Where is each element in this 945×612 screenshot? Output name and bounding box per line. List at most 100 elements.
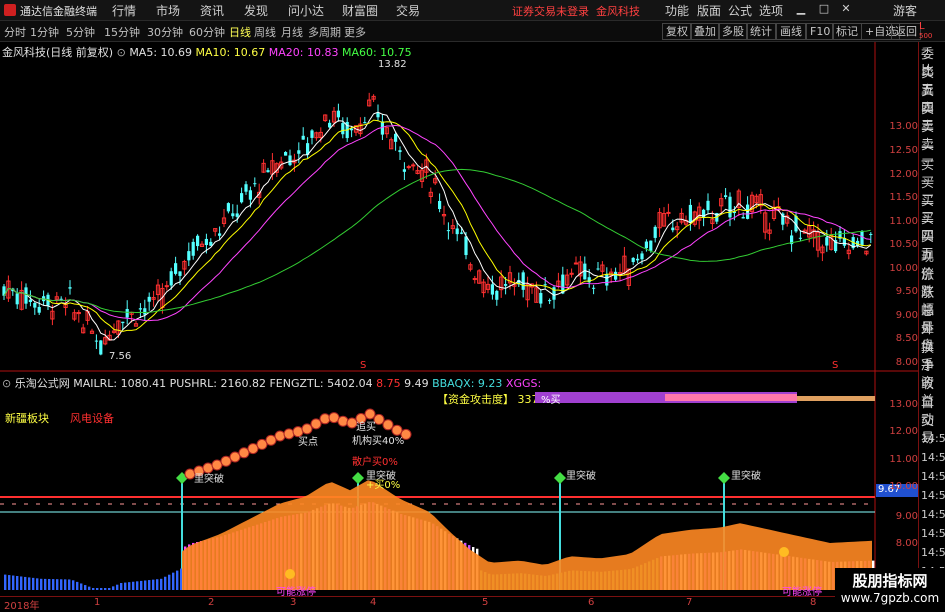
histo-bar (56, 579, 59, 590)
histo-bar (12, 575, 15, 590)
candle-body (573, 262, 579, 265)
minimize-icon[interactable]: ▁ (793, 2, 809, 17)
buy-marker (265, 434, 277, 446)
huaxian-button[interactable]: 画线 (776, 23, 806, 40)
period-weekly[interactable]: 周线 (254, 24, 276, 40)
candle-body (869, 233, 873, 235)
period-15min[interactable]: 15分钟 (104, 24, 140, 40)
menu-gongshi[interactable]: 公式 (728, 2, 752, 19)
menu-xuanxiang[interactable]: 选项 (759, 2, 783, 19)
candle-body (174, 263, 178, 274)
period-multi[interactable]: 多周期 (308, 24, 341, 40)
ytick: 13.00 (889, 399, 918, 410)
tag-plus-buy: +买0% (366, 480, 401, 491)
candle-body (798, 237, 802, 239)
time-tick: 14:56 (921, 470, 945, 483)
ma-lines (3, 111, 872, 341)
kline-chart[interactable] (0, 42, 918, 596)
xtick: 4 (370, 597, 377, 608)
watermark-title: 股朋指标网 (852, 572, 928, 590)
period-60min[interactable]: 60分钟 (189, 24, 225, 40)
settings-icon[interactable]: ⊙ (117, 46, 126, 59)
period-monthly[interactable]: 月线 (281, 24, 303, 40)
guest-button[interactable]: 游客 (893, 2, 917, 19)
buy-marker (220, 455, 232, 467)
candle-body (614, 271, 618, 280)
close-icon[interactable]: ✕ (838, 2, 854, 17)
menu-zixun[interactable]: 资讯 (200, 2, 224, 19)
maximize-icon[interactable]: □ (816, 2, 832, 17)
s-marker: S (360, 360, 367, 371)
candle-body (741, 217, 745, 219)
buy-marker (328, 412, 340, 424)
tag-buy-point: 买点 (298, 437, 318, 448)
xggs-label: XGGS: (505, 377, 542, 390)
time-tick: 14:56 (921, 489, 945, 502)
stock-label: 金风科技(日线 前复权) (2, 46, 114, 59)
candle-body (235, 213, 239, 217)
period-daily[interactable]: 日线 (229, 24, 251, 40)
time-tick: 14:56 (921, 432, 945, 445)
period-1min[interactable]: 1分钟 (30, 24, 59, 40)
candle-body (472, 278, 477, 281)
candle-body (569, 272, 574, 275)
histo-bar (88, 586, 91, 590)
diejia-button[interactable]: 叠加 (690, 23, 720, 40)
app-logo-icon (4, 4, 16, 16)
menu-hangqing[interactable]: 行情 (112, 2, 136, 19)
menu-faxian[interactable]: 发现 (244, 2, 268, 19)
xtick: 7 (686, 597, 693, 608)
tag-retail: 散户买0% (352, 457, 398, 468)
xtick: 2 (208, 597, 215, 608)
tongji-button[interactable]: 统计 (746, 23, 776, 40)
candle-body (636, 258, 640, 261)
menu-gongneng[interactable]: 功能 (665, 2, 689, 19)
candle-body (244, 184, 248, 192)
buy-marker (283, 428, 295, 440)
ma-line (3, 124, 871, 322)
period-30min[interactable]: 30分钟 (147, 24, 183, 40)
back-button[interactable]: 返回 (891, 23, 921, 40)
menu-banmian[interactable]: 版面 (697, 2, 721, 19)
candle-body (402, 169, 406, 172)
histo-bar (152, 579, 155, 590)
sub-y-axis: 13.00 12.00 11.00 10.00 9.00 8.00 (876, 372, 918, 596)
ma10-label: MA10: 10.67 (195, 46, 266, 59)
histo-bar (108, 588, 111, 590)
biaoji-button[interactable]: 标记 (832, 23, 862, 40)
candle-body (178, 271, 182, 276)
fund-tail (797, 396, 875, 401)
candle-body (706, 200, 710, 211)
formula-name: 乐淘公式网 (14, 377, 70, 390)
fund-attack-label: 【资金攻击度】 337.6 (437, 391, 549, 407)
f10-button[interactable]: F10 (806, 23, 835, 40)
period-more[interactable]: 更多 (344, 24, 366, 40)
menu-jiaoyi[interactable]: 交易 (396, 2, 420, 19)
time-tick: 14:56 (921, 527, 945, 540)
ma-line (3, 119, 871, 332)
candle-body (218, 233, 222, 236)
settings-icon[interactable]: ⊙ (2, 377, 11, 390)
tag-break-4: 里突破 (731, 471, 761, 482)
duogu-button[interactable]: 多股 (718, 23, 748, 40)
menu-wenxiaoda[interactable]: 问小达 (288, 2, 324, 19)
fund-label: 【资金攻击度】 (437, 393, 514, 406)
xtick: 5 (482, 597, 489, 608)
main-y-axis: 13.00 12.50 12.00 11.50 11.00 10.50 10.0… (876, 42, 918, 372)
fuquan-button[interactable]: 复权 (662, 23, 692, 40)
buy-marker (256, 438, 268, 450)
candle-body (231, 213, 235, 217)
period-5min[interactable]: 5分钟 (66, 24, 95, 40)
candle-body (543, 284, 547, 286)
ytick: 12.00 (889, 426, 918, 437)
low-price-label: 7.56 (109, 351, 132, 362)
ytick: 8.00 (895, 538, 918, 549)
ytick: 8.50 (895, 333, 918, 344)
candle-body (649, 240, 653, 251)
period-fenshi[interactable]: 分时 (4, 24, 26, 40)
candle-body (539, 292, 543, 304)
mailrl-label: MAILRL: 1080.41 (73, 377, 167, 390)
histo-bar (60, 579, 63, 590)
menu-shichang[interactable]: 市场 (156, 2, 180, 19)
menu-caifuquan[interactable]: 财富圈 (342, 2, 378, 19)
